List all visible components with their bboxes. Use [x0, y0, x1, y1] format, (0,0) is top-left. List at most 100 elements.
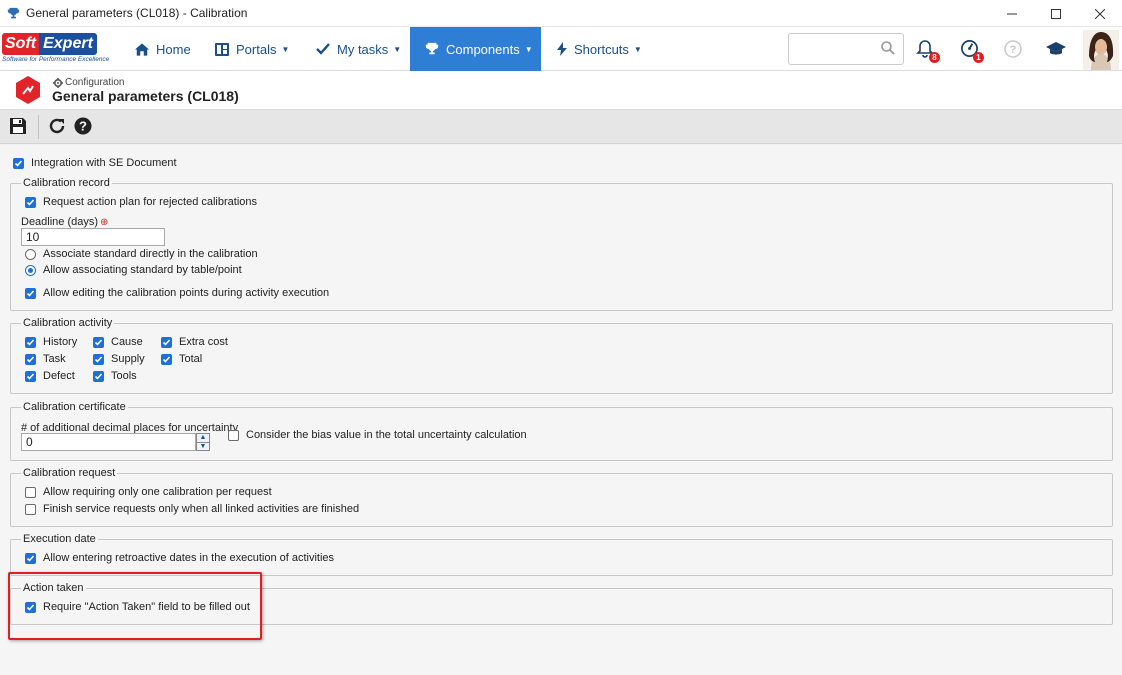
activity-tools-checkbox[interactable]: Tools: [93, 370, 137, 382]
activity-supply-checkbox[interactable]: Supply: [93, 353, 145, 365]
associate-table-label: Allow associating standard by table/poin…: [43, 264, 242, 276]
bias-value-checkbox[interactable]: Consider the bias value in the total unc…: [228, 429, 527, 441]
nav-shortcuts[interactable]: Shortcuts ▼: [545, 27, 655, 71]
toolbar: ?: [0, 110, 1122, 144]
deadline-label-text: Deadline (days): [21, 216, 99, 228]
checkbox-checked-icon[interactable]: [161, 336, 172, 348]
activity-tools-label: Tools: [111, 370, 137, 382]
retroactive-dates-checkbox[interactable]: Allow entering retroactive dates in the …: [25, 552, 334, 564]
radio-selected-icon[interactable]: [25, 264, 36, 276]
checkbox-checked-icon[interactable]: [93, 353, 104, 365]
help-toolbar-button[interactable]: ?: [72, 116, 94, 138]
graduation-cap-icon: [1046, 41, 1066, 60]
integration-label: Integration with SE Document: [31, 157, 177, 169]
checkbox-checked-icon[interactable]: [93, 370, 104, 382]
checkbox-checked-icon[interactable]: [161, 353, 172, 365]
chevron-down-icon: ▼: [524, 44, 533, 54]
nav-components-label: Components: [446, 41, 520, 57]
toolbar-separator: [38, 115, 39, 139]
execution-date-legend: Execution date: [23, 533, 96, 545]
activity-task-label: Task: [43, 353, 66, 365]
checkbox-checked-icon[interactable]: [25, 552, 36, 564]
radio-unselected-icon[interactable]: [25, 248, 36, 260]
breadcrumb[interactable]: Configuration: [53, 77, 124, 88]
nav-home[interactable]: Home: [126, 27, 204, 71]
calibration-activity-legend: Calibration activity: [23, 317, 113, 329]
activity-extra-cost-label: Extra cost: [179, 336, 228, 348]
nav-my-tasks[interactable]: My tasks ▼: [304, 27, 410, 71]
svg-text:?: ?: [1010, 44, 1017, 56]
nav-components[interactable]: Components ▼: [410, 27, 541, 71]
decimal-places-stepper[interactable]: ▲ ▼: [196, 433, 210, 451]
minimize-icon[interactable]: [990, 0, 1034, 27]
stepper-down-icon[interactable]: ▼: [197, 443, 209, 451]
stepper-up-icon[interactable]: ▲: [197, 434, 209, 443]
trophy-icon: [425, 42, 439, 56]
close-icon[interactable]: [1078, 0, 1122, 27]
save-button[interactable]: [7, 116, 29, 138]
search-icon[interactable]: [881, 41, 895, 58]
activity-task-checkbox[interactable]: Task: [25, 353, 66, 365]
calibration-certificate-legend: Calibration certificate: [23, 401, 126, 413]
bolt-icon: [557, 42, 567, 56]
softexpert-logo[interactable]: Soft Expert Software for Performance Exc…: [2, 33, 116, 65]
help-circle-icon: ?: [1004, 39, 1022, 61]
notifications-button[interactable]: 8: [914, 39, 940, 63]
deadline-input[interactable]: 10: [21, 228, 165, 246]
checkbox-unchecked-icon[interactable]: [228, 429, 239, 441]
one-per-request-checkbox[interactable]: Allow requiring only one calibration per…: [25, 486, 272, 498]
logo-expert: Expert: [39, 33, 97, 55]
refresh-button[interactable]: [46, 116, 68, 138]
user-avatar[interactable]: [1083, 30, 1119, 70]
window-title-bar: General parameters (CL018) - Calibration: [0, 0, 1122, 27]
required-icon: ⊕: [100, 216, 109, 228]
checkbox-checked-icon[interactable]: [13, 157, 24, 169]
performance-button[interactable]: 1: [958, 39, 984, 63]
decimal-places-input[interactable]: 0: [21, 433, 196, 451]
gear-icon: [53, 77, 63, 88]
integration-se-document-checkbox[interactable]: Integration with SE Document: [13, 157, 177, 169]
notifications-badge: 8: [929, 52, 940, 63]
checkbox-unchecked-icon[interactable]: [25, 503, 36, 515]
deadline-label: Deadline (days) ⊕: [21, 216, 108, 228]
search-input[interactable]: [793, 35, 878, 63]
activity-history-checkbox[interactable]: History: [25, 336, 77, 348]
activity-cause-checkbox[interactable]: Cause: [93, 336, 143, 348]
finish-service-checkbox[interactable]: Finish service requests only when all li…: [25, 503, 359, 515]
checkbox-checked-icon[interactable]: [25, 353, 36, 365]
checkbox-checked-icon[interactable]: [25, 196, 36, 208]
top-navigation: Soft Expert Software for Performance Exc…: [0, 27, 1122, 71]
save-icon: [9, 117, 27, 138]
allow-editing-points-checkbox[interactable]: Allow editing the calibration points dur…: [25, 287, 329, 299]
calibration-request-legend: Calibration request: [23, 467, 116, 479]
checkbox-checked-icon[interactable]: [93, 336, 104, 348]
maximize-icon[interactable]: [1034, 0, 1078, 27]
checkbox-unchecked-icon[interactable]: [25, 486, 36, 498]
nav-portals[interactable]: Portals ▼: [205, 27, 303, 71]
associate-direct-label: Associate standard directly in the calib…: [43, 248, 258, 260]
associate-direct-radio[interactable]: Associate standard directly in the calib…: [25, 248, 258, 260]
nav-shortcuts-label: Shortcuts: [574, 41, 629, 57]
activity-total-checkbox[interactable]: Total: [161, 353, 202, 365]
activity-defect-checkbox[interactable]: Defect: [25, 370, 75, 382]
page-header: Configuration General parameters (CL018): [0, 71, 1122, 110]
checkbox-checked-icon[interactable]: [25, 370, 36, 382]
request-action-plan-checkbox[interactable]: Request action plan for rejected calibra…: [25, 196, 257, 208]
checkbox-checked-icon[interactable]: [25, 287, 36, 299]
performance-badge: 1: [973, 52, 984, 63]
help-icon: ?: [74, 117, 92, 138]
learning-button[interactable]: [1045, 39, 1067, 61]
activity-extra-cost-checkbox[interactable]: Extra cost: [161, 336, 228, 348]
logo-tagline: Software for Performance Excellence: [2, 56, 110, 63]
associate-table-radio[interactable]: Allow associating standard by table/poin…: [25, 264, 242, 276]
help-button[interactable]: ?: [1002, 39, 1024, 61]
portals-icon: [215, 42, 229, 56]
activity-history-label: History: [43, 336, 78, 348]
nav-my-tasks-label: My tasks: [337, 41, 389, 57]
activity-cause-label: Cause: [111, 336, 143, 348]
checkbox-checked-icon[interactable]: [25, 336, 36, 348]
allow-editing-points-label: Allow editing the calibration points dur…: [43, 287, 330, 299]
finish-service-label: Finish service requests only when all li…: [43, 503, 360, 515]
search-box[interactable]: [788, 33, 904, 65]
activity-total-label: Total: [179, 353, 203, 365]
